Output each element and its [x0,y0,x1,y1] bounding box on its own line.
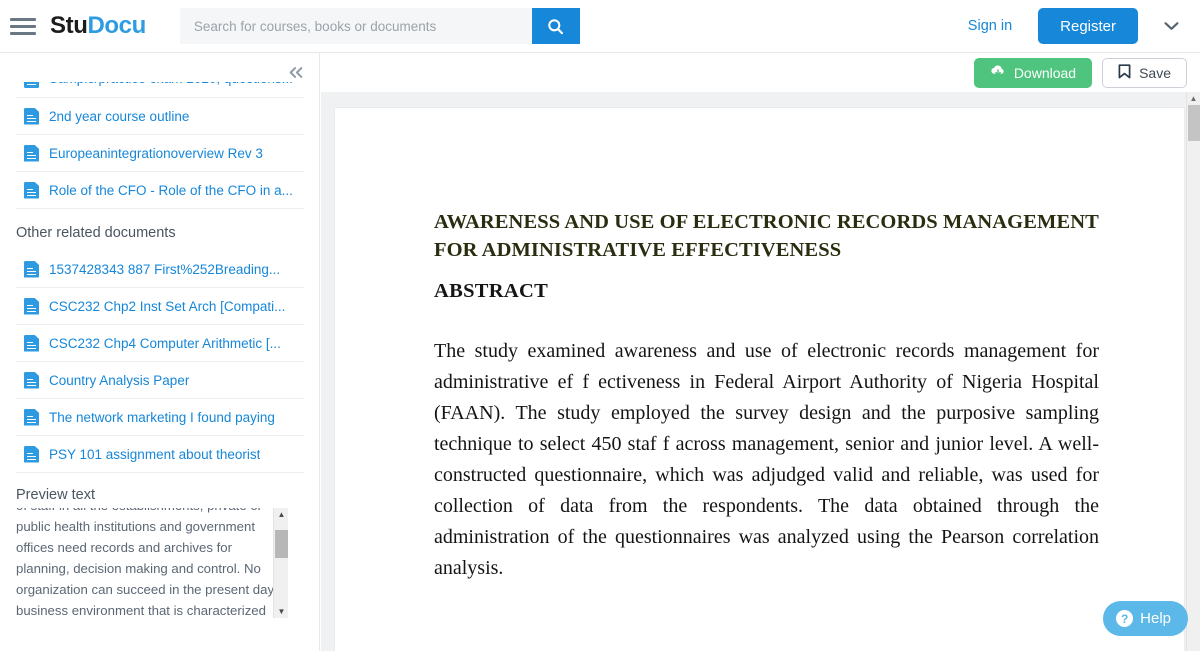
document-icon [24,445,39,463]
save-button[interactable]: Save [1102,57,1187,88]
logo-text-primary: Stu [50,12,88,39]
list-item[interactable]: 1537428343 887 First%252Breading... [16,251,304,288]
list-item-label: Sample/practice exam 2020, questions... [49,82,293,86]
preview-text-heading: Preview text [16,487,95,503]
preview-scrollbar[interactable]: ▲ ▼ [273,508,288,618]
list-item[interactable]: Europeanintegrationoverview Rev 3 [16,135,304,172]
document-icon [24,260,39,278]
logo-text-accent: Docu [87,12,146,39]
list-item[interactable]: CSC232 Chp2 Inst Set Arch [Compati... [16,288,304,325]
help-button[interactable]: ? Help [1103,601,1188,636]
left-sidebar: Sample/practice exam 2020, questions... … [0,53,320,651]
search-button[interactable] [531,8,580,44]
search-icon [547,18,564,35]
question-mark-icon: ? [1116,610,1134,627]
abstract-paragraph: The study examined awareness and use of … [434,340,1099,579]
search-bar [179,8,580,44]
other-related-documents-heading: Other related documents [16,225,176,241]
document-icon [24,334,39,352]
document-page: AWARENESS AND USE OF ELECTRONIC RECORDS … [335,108,1184,651]
register-button[interactable]: Register [1038,8,1138,44]
document-icon [24,82,39,88]
preview-text-content: of staff in all the establishments, priv… [16,508,275,618]
list-item-label: 1537428343 887 First%252Breading... [49,261,281,277]
triangle-down-icon[interactable]: ▼ [274,605,289,618]
list-item-label: Europeanintegrationoverview Rev 3 [49,145,263,161]
preview-text-panel: of staff in all the establishments, priv… [16,508,306,620]
list-item-label: PSY 101 assignment about theorist [49,446,261,462]
document-canvas[interactable]: AWARENESS AND USE OF ELECTRONIC RECORDS … [321,92,1200,651]
document-icon [24,297,39,315]
document-viewer: Download Save AWARENESS AND USE OF ELECT… [321,53,1200,651]
viewer-scrollbar[interactable]: ▲ [1186,92,1200,651]
list-item[interactable]: CSC232 Chp4 Computer Arithmetic [... [16,325,304,362]
list-item-label: CSC232 Chp2 Inst Set Arch [Compati... [49,298,286,314]
document-icon [24,181,39,199]
document-icon [24,408,39,426]
triangle-up-icon[interactable]: ▲ [274,508,289,521]
list-item[interactable]: PSY 101 assignment about theorist [16,436,304,473]
preview-scrollbar-thumb[interactable] [275,530,288,558]
list-item-label: Country Analysis Paper [49,372,190,388]
list-item-label: The network marketing I found paying [49,409,275,425]
download-button[interactable]: Download [973,57,1093,88]
list-item-label: CSC232 Chp4 Computer Arithmetic [... [49,335,281,351]
double-chevron-left-icon[interactable] [284,60,308,84]
list-item-label: 2nd year course outline [49,108,190,124]
download-button-label: Download [1013,64,1077,81]
save-button-label: Save [1139,64,1171,81]
hamburger-icon[interactable] [10,15,36,37]
list-item[interactable]: Role of the CFO - Role of the CFO in a..… [16,172,304,209]
header-actions: Sign in Register [958,8,1200,44]
list-item[interactable]: The network marketing I found paying [16,399,304,436]
chevron-down-icon[interactable] [1160,15,1182,37]
top-header: StuDocu Sign in Register [0,0,1200,53]
document-icon [24,144,39,162]
sign-in-link[interactable]: Sign in [958,10,1022,42]
document-title: AWARENESS AND USE OF ELECTRONIC RECORDS … [434,211,1099,261]
bookmark-icon [1118,63,1131,82]
document-icon [24,371,39,389]
search-input[interactable] [179,8,532,44]
triangle-up-icon[interactable]: ▲ [1187,93,1200,105]
studocu-logo[interactable]: StuDocu [50,12,146,40]
list-item-label: Role of the CFO - Role of the CFO in a..… [49,182,293,198]
help-button-label: Help [1140,610,1171,627]
abstract-heading: ABSTRACT [434,280,549,302]
viewer-toolbar: Download Save [321,53,1200,92]
cloud-download-icon [990,64,1006,81]
list-item[interactable]: Sample/practice exam 2020, questions... [16,82,304,98]
list-item[interactable]: Country Analysis Paper [16,362,304,399]
document-icon [24,107,39,125]
viewer-scrollbar-thumb[interactable] [1188,105,1200,141]
list-item[interactable]: 2nd year course outline [16,98,304,135]
related-documents-list: Sample/practice exam 2020, questions... … [0,82,319,620]
